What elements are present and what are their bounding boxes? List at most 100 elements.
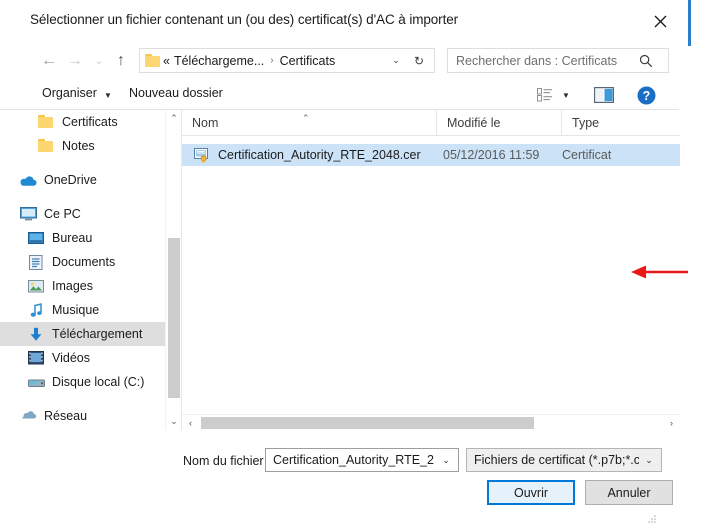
onedrive-icon bbox=[18, 171, 38, 189]
refresh-icon[interactable]: ↻ bbox=[408, 49, 430, 72]
filename-label: Nom du fichier : bbox=[183, 454, 271, 468]
certificate-file-icon bbox=[194, 147, 211, 163]
back-button[interactable]: ← bbox=[38, 50, 60, 72]
sidebar-item-onedrive[interactable]: OneDrive bbox=[0, 168, 181, 192]
sidebar-item-reseau[interactable]: Réseau bbox=[0, 404, 181, 428]
horizontal-scrollbar-thumb[interactable] bbox=[201, 417, 534, 429]
sidebar-item-label: Certificats bbox=[62, 115, 118, 129]
filename-value: Certification_Autority_RTE_2 bbox=[273, 453, 434, 467]
chevron-down-icon[interactable]: ⌄ bbox=[436, 455, 456, 466]
sidebar-item-images[interactable]: Images bbox=[0, 274, 181, 298]
videos-icon bbox=[26, 349, 46, 367]
organise-caret-icon[interactable]: ▼ bbox=[104, 91, 112, 100]
svg-text:?: ? bbox=[642, 89, 650, 103]
organise-button[interactable]: Organiser bbox=[42, 86, 97, 100]
preview-pane-icon[interactable] bbox=[589, 84, 619, 106]
sidebar-item-label: Disque local (C:) bbox=[52, 375, 145, 389]
title-bar: Sélectionner un fichier contenant un (ou… bbox=[0, 0, 679, 40]
desktop-icon bbox=[26, 229, 46, 247]
column-headers: Nom ⌃ Modifié le Type bbox=[182, 109, 680, 136]
sidebar-item-musique[interactable]: Musique bbox=[0, 298, 181, 322]
up-button[interactable]: ↑ bbox=[110, 50, 132, 72]
sidebar-item-telechargement[interactable]: Téléchargement bbox=[0, 322, 181, 346]
toolbar-right-group: ▼ ? bbox=[533, 80, 679, 110]
pictures-icon bbox=[26, 277, 46, 295]
table-row[interactable]: Certification_Autority_RTE_2048.cer 05/1… bbox=[182, 144, 680, 166]
network-icon bbox=[18, 407, 38, 425]
folder-icon bbox=[145, 53, 161, 68]
sidebar-item-ce-pc[interactable]: Ce PC bbox=[0, 202, 181, 226]
sidebar-item-label: Vidéos bbox=[52, 351, 90, 365]
sidebar-item-videos[interactable]: Vidéos bbox=[0, 346, 181, 370]
view-caret-icon[interactable]: ▼ bbox=[557, 84, 575, 106]
folder-icon bbox=[36, 137, 56, 155]
file-type-filter-select[interactable]: Fichiers de certificat (*.p7b;*.crt ⌄ bbox=[466, 448, 662, 472]
chevron-down-icon[interactable]: ⌄ bbox=[639, 455, 659, 466]
computer-icon bbox=[18, 205, 38, 223]
window-edge-accent bbox=[688, 0, 691, 46]
sidebar-item-label: Téléchargement bbox=[52, 327, 143, 341]
open-button[interactable]: Ouvrir bbox=[487, 480, 575, 505]
filename-input[interactable]: Certification_Autority_RTE_2 ⌄ bbox=[265, 448, 459, 472]
harddrive-icon bbox=[26, 373, 46, 391]
help-icon[interactable]: ? bbox=[631, 84, 661, 106]
sidebar-item-notes[interactable]: Notes bbox=[0, 134, 181, 158]
dialog-body: Certificats Notes OneDrive Ce PC Bureau … bbox=[0, 109, 688, 430]
documents-icon bbox=[26, 253, 46, 271]
dialog-title: Sélectionner un fichier contenant un (ou… bbox=[30, 12, 459, 27]
column-header-modifie-le[interactable]: Modifié le bbox=[437, 109, 562, 136]
close-button[interactable] bbox=[645, 8, 675, 34]
search-icon bbox=[634, 49, 658, 72]
file-list-horizontal-scrollbar[interactable]: ‹ › bbox=[182, 414, 680, 430]
folder-icon bbox=[36, 113, 56, 131]
file-list-pane: Nom ⌃ Modifié le Type Certification_Auto… bbox=[181, 109, 688, 430]
sidebar-item-label: OneDrive bbox=[44, 173, 97, 187]
file-type-filter-value: Fichiers de certificat (*.p7b;*.crt bbox=[474, 453, 639, 467]
breadcrumb-segment-certificats[interactable]: Certificats bbox=[278, 54, 338, 68]
search-input[interactable] bbox=[448, 52, 634, 69]
file-modified-date: 05/12/2016 11:59 bbox=[443, 148, 540, 162]
sidebar-item-documents[interactable]: Documents bbox=[0, 250, 181, 274]
breadcrumb-prefix: « bbox=[163, 53, 170, 68]
sidebar-item-certificats[interactable]: Certificats bbox=[0, 110, 181, 134]
sidebar-item-bureau[interactable]: Bureau bbox=[0, 226, 181, 250]
breadcrumb-segment-downloads[interactable]: Téléchargeme... bbox=[172, 54, 266, 68]
dialog-footer: Nom du fichier : Certification_Autority_… bbox=[0, 430, 679, 528]
sidebar-item-label: Documents bbox=[52, 255, 116, 269]
sort-ascending-icon: ⌃ bbox=[302, 112, 310, 123]
new-folder-button[interactable]: Nouveau dossier bbox=[129, 86, 223, 100]
sidebar-scrollbar[interactable]: ⌃ ⌄ bbox=[165, 110, 181, 430]
scroll-right-icon[interactable]: › bbox=[663, 415, 680, 431]
address-bar: ← → ⌄ ↑ « Téléchargeme... › Certificats … bbox=[0, 40, 679, 80]
close-icon bbox=[654, 15, 666, 27]
column-header-nom[interactable]: Nom ⌃ bbox=[182, 109, 437, 136]
sidebar-item-label: Ce PC bbox=[44, 207, 81, 221]
scroll-up-icon[interactable]: ⌃ bbox=[166, 110, 181, 127]
list-view-icon[interactable] bbox=[533, 84, 557, 106]
breadcrumb[interactable]: « Téléchargeme... › Certificats ⌄ ↻ bbox=[139, 48, 435, 73]
column-header-label: Modifié le bbox=[447, 115, 501, 130]
cancel-button[interactable]: Annuler bbox=[585, 480, 673, 505]
chevron-right-icon: › bbox=[270, 55, 274, 66]
search-box[interactable] bbox=[447, 48, 669, 73]
sidebar-item-disque-local[interactable]: Disque local (C:) bbox=[0, 370, 181, 394]
annotation-arrow-icon bbox=[631, 265, 688, 279]
scroll-left-icon[interactable]: ‹ bbox=[182, 415, 199, 431]
downloads-icon bbox=[26, 325, 46, 343]
breadcrumb-dropdown-icon[interactable]: ⌄ bbox=[386, 49, 406, 72]
file-type: Certificat bbox=[562, 148, 612, 162]
forward-button[interactable]: → bbox=[64, 50, 86, 72]
file-name: Certification_Autority_RTE_2048.cer bbox=[218, 148, 421, 162]
sidebar-scrollbar-thumb[interactable] bbox=[168, 238, 180, 398]
resize-grip-icon[interactable] bbox=[647, 514, 657, 524]
sidebar-item-label: Bureau bbox=[52, 231, 93, 245]
file-open-dialog: Sélectionner un fichier contenant un (ou… bbox=[0, 0, 703, 528]
recent-locations-button[interactable]: ⌄ bbox=[88, 50, 110, 72]
scroll-down-icon[interactable]: ⌄ bbox=[166, 413, 181, 430]
column-header-type[interactable]: Type bbox=[562, 110, 672, 136]
command-bar: Organiser ▼ Nouveau dossier ▼ ? bbox=[0, 80, 679, 110]
navigation-pane: Certificats Notes OneDrive Ce PC Bureau … bbox=[0, 110, 181, 430]
